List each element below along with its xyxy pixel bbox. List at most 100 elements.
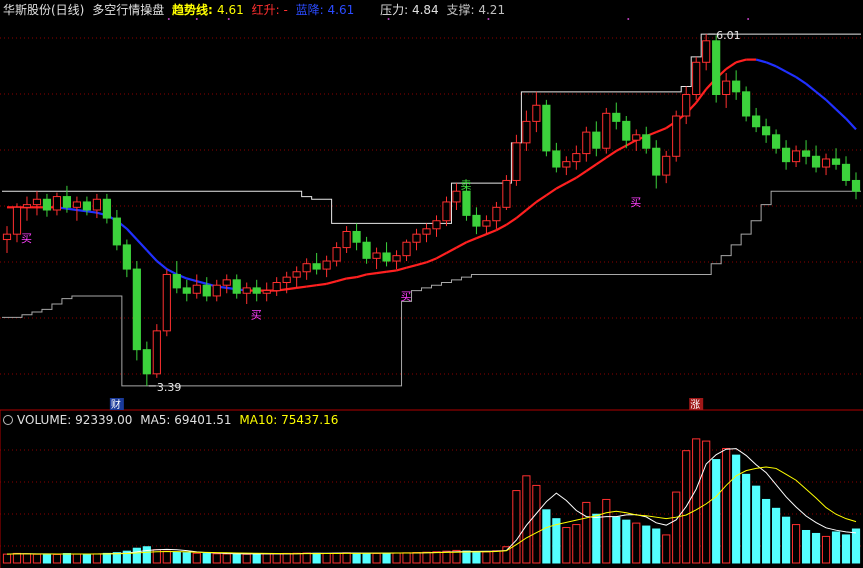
volume-bar	[62, 553, 72, 564]
signal-dot	[627, 18, 630, 20]
volume-bar	[282, 552, 291, 564]
trend-segment	[86, 210, 98, 214]
trend-segment	[366, 272, 377, 276]
volume-bar	[821, 535, 831, 564]
candle-body	[841, 163, 851, 181]
candle-body	[412, 233, 421, 243]
volume-bar	[472, 551, 481, 564]
volume-bar	[622, 519, 631, 564]
buy-signal: 买	[21, 232, 32, 245]
settings-circle-icon[interactable]	[3, 415, 13, 425]
volume-bar	[692, 438, 701, 564]
candle-body	[382, 252, 391, 262]
volume-bar	[162, 550, 171, 564]
candle-body	[831, 158, 841, 165]
candle-body	[62, 196, 72, 208]
cai-marker: 财	[111, 398, 121, 411]
candle-body	[242, 287, 251, 294]
volume-bar	[52, 554, 62, 564]
volume-bar	[532, 484, 541, 564]
candle-body	[212, 284, 221, 297]
candle-body	[462, 190, 471, 216]
volume-bar	[172, 551, 181, 564]
volume-bar	[332, 552, 341, 564]
red-label: 红升:	[251, 3, 280, 17]
candle-body	[282, 276, 291, 284]
candle-body	[622, 120, 631, 141]
candle-body	[252, 287, 261, 294]
price-header: 华斯股份(日线) 多空行情操盘 趋势线: 4.61 红升: - 蓝降: 4.61…	[3, 3, 509, 17]
volume-bar	[811, 532, 821, 564]
volume-bar	[462, 550, 471, 564]
volume-bar	[492, 550, 501, 564]
volume-bar	[781, 516, 791, 564]
candle-body	[72, 201, 82, 208]
candle-body	[682, 94, 691, 117]
candle-body	[732, 80, 741, 93]
candle-body	[142, 349, 151, 375]
volume-bar	[412, 552, 421, 564]
candle-body	[92, 198, 101, 211]
ma5-value: 69401.51	[174, 413, 232, 427]
sell-signal: 卖	[460, 179, 471, 192]
volume-bar	[322, 552, 331, 564]
candle-body	[811, 155, 821, 168]
candle-body	[781, 147, 791, 163]
indicator-name: 多空行情操盘	[92, 3, 165, 17]
trend-segment	[286, 286, 297, 291]
volume-bar	[482, 551, 491, 564]
volume-bar	[72, 553, 82, 564]
candle-body	[672, 115, 681, 157]
volume-bar	[222, 553, 231, 564]
signal-dot	[487, 18, 490, 20]
candle-body	[552, 150, 561, 168]
signal-dot	[195, 18, 198, 20]
volume-bar	[252, 553, 261, 564]
trend-segment	[386, 269, 397, 273]
candle-body	[602, 112, 611, 149]
volume-bar	[342, 552, 351, 564]
candle-body	[352, 230, 361, 243]
volume-bar	[32, 553, 42, 564]
candle-body	[202, 284, 211, 297]
volume-bar	[762, 498, 771, 564]
candle-body	[22, 204, 32, 208]
candle-body	[122, 244, 131, 270]
volume-bar	[352, 552, 361, 564]
support-value: 4.21	[478, 3, 506, 17]
candle-body	[442, 201, 451, 222]
volume-bar	[742, 473, 751, 564]
candle-body	[162, 273, 171, 332]
volume-label: VOLUME:	[17, 413, 72, 427]
candle-body	[851, 179, 861, 192]
volume-bar	[542, 509, 551, 564]
blue-value: 4.61	[327, 3, 355, 17]
candle-body	[372, 252, 381, 259]
ma10-label: MA10:	[239, 413, 278, 427]
signal-dot	[747, 18, 750, 20]
volume-bar	[512, 490, 521, 564]
zhang-marker: 涨	[690, 399, 700, 411]
volume-bar	[272, 553, 281, 564]
buy-signal: 买	[630, 196, 641, 209]
volume-bar	[522, 475, 531, 564]
volume-bar	[662, 534, 671, 564]
candle-body	[272, 282, 281, 292]
candle-body	[182, 287, 191, 294]
candle-body	[292, 271, 301, 278]
candle-body	[702, 40, 711, 63]
ma10-value: 75437.16	[281, 413, 339, 427]
candle-body	[712, 40, 721, 96]
candle-body	[632, 134, 641, 141]
candle-body	[722, 80, 731, 96]
kline-chart: 6.013.39买买买买卖财涨	[0, 0, 863, 568]
candle-body	[392, 255, 401, 262]
volume-bar	[851, 528, 861, 564]
candle-body	[332, 247, 341, 262]
low-price-label: 3.39	[157, 381, 182, 394]
candle-body	[42, 198, 52, 211]
candle-body	[592, 131, 601, 149]
volume-bar	[791, 524, 801, 564]
candle-body	[2, 233, 12, 241]
candle-body	[422, 228, 431, 235]
